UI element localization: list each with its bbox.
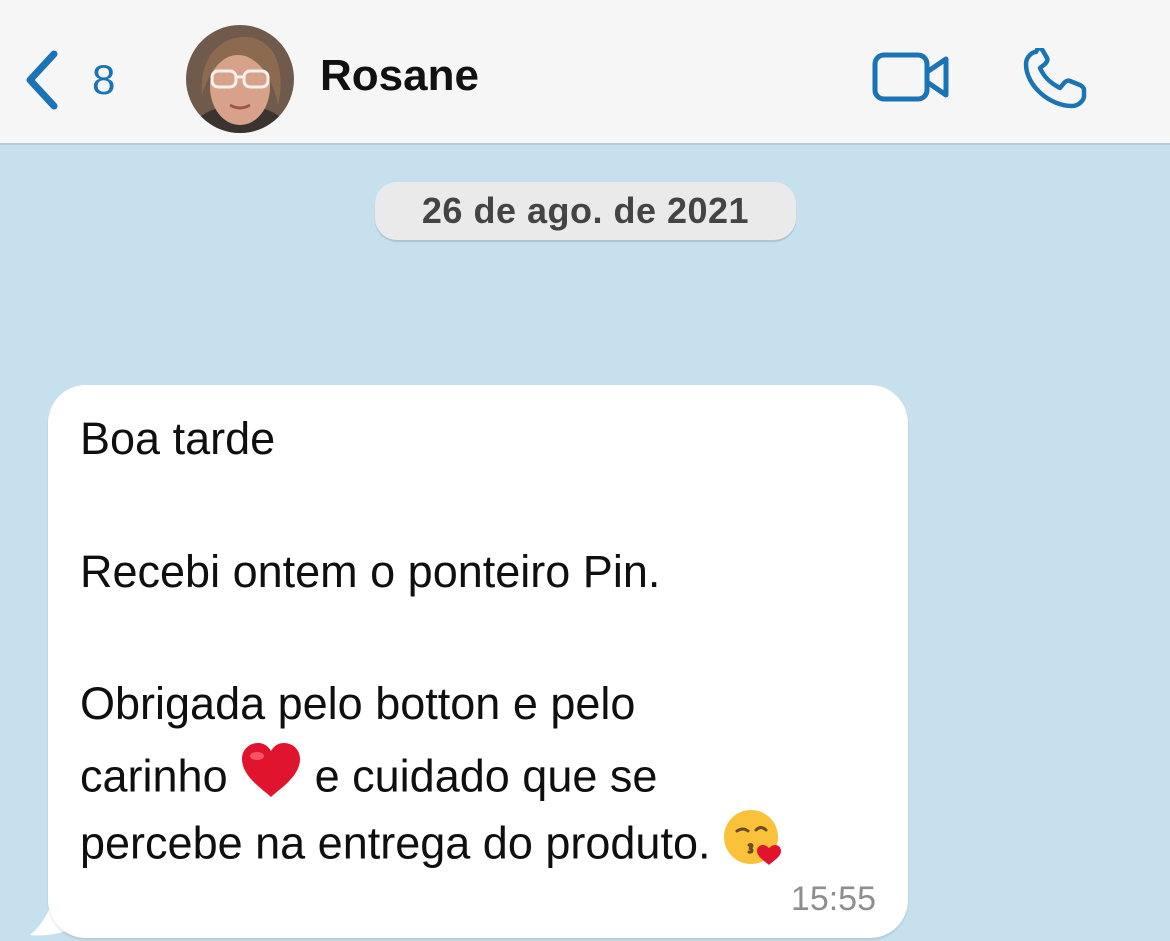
red-heart-emoji [240,741,302,806]
unread-count: 8 [92,56,116,103]
message-text-line: Obrigada pelo botton e pelo [80,678,636,729]
chat-area: 26 de ago. de 2021 Boa tarde Recebi onte… [0,145,1170,938]
video-call-button[interactable] [872,48,952,111]
video-camera-icon [872,52,949,102]
message-bubble-incoming[interactable]: Boa tarde Recebi ontem o ponteiro Pin. O… [48,385,908,938]
message-text-line: Boa tarde [80,413,276,464]
back-button[interactable]: 8 [22,48,115,112]
chevron-left-icon [26,50,58,110]
message-text-line: Recebi ontem o ponteiro Pin. [80,546,661,597]
message-text-segment: carinho [80,750,228,802]
message-text-segment: percebe na entrega do produto. [80,817,711,869]
chat-header: 8 Rosane [0,0,1170,145]
message-text-segment: e cuidado que se [314,750,658,802]
avatar-image [186,25,294,133]
face-blowing-kiss-emoji [723,807,783,874]
date-separator: 26 de ago. de 2021 [375,182,796,240]
message-text-line: carinho e cuidado que se [80,743,658,812]
voice-call-button[interactable] [1022,45,1090,115]
message-timestamp: 15:55 [790,880,876,918]
avatar[interactable] [186,25,294,133]
phone-icon [1023,45,1087,109]
contact-name[interactable]: Rosane [320,54,479,98]
